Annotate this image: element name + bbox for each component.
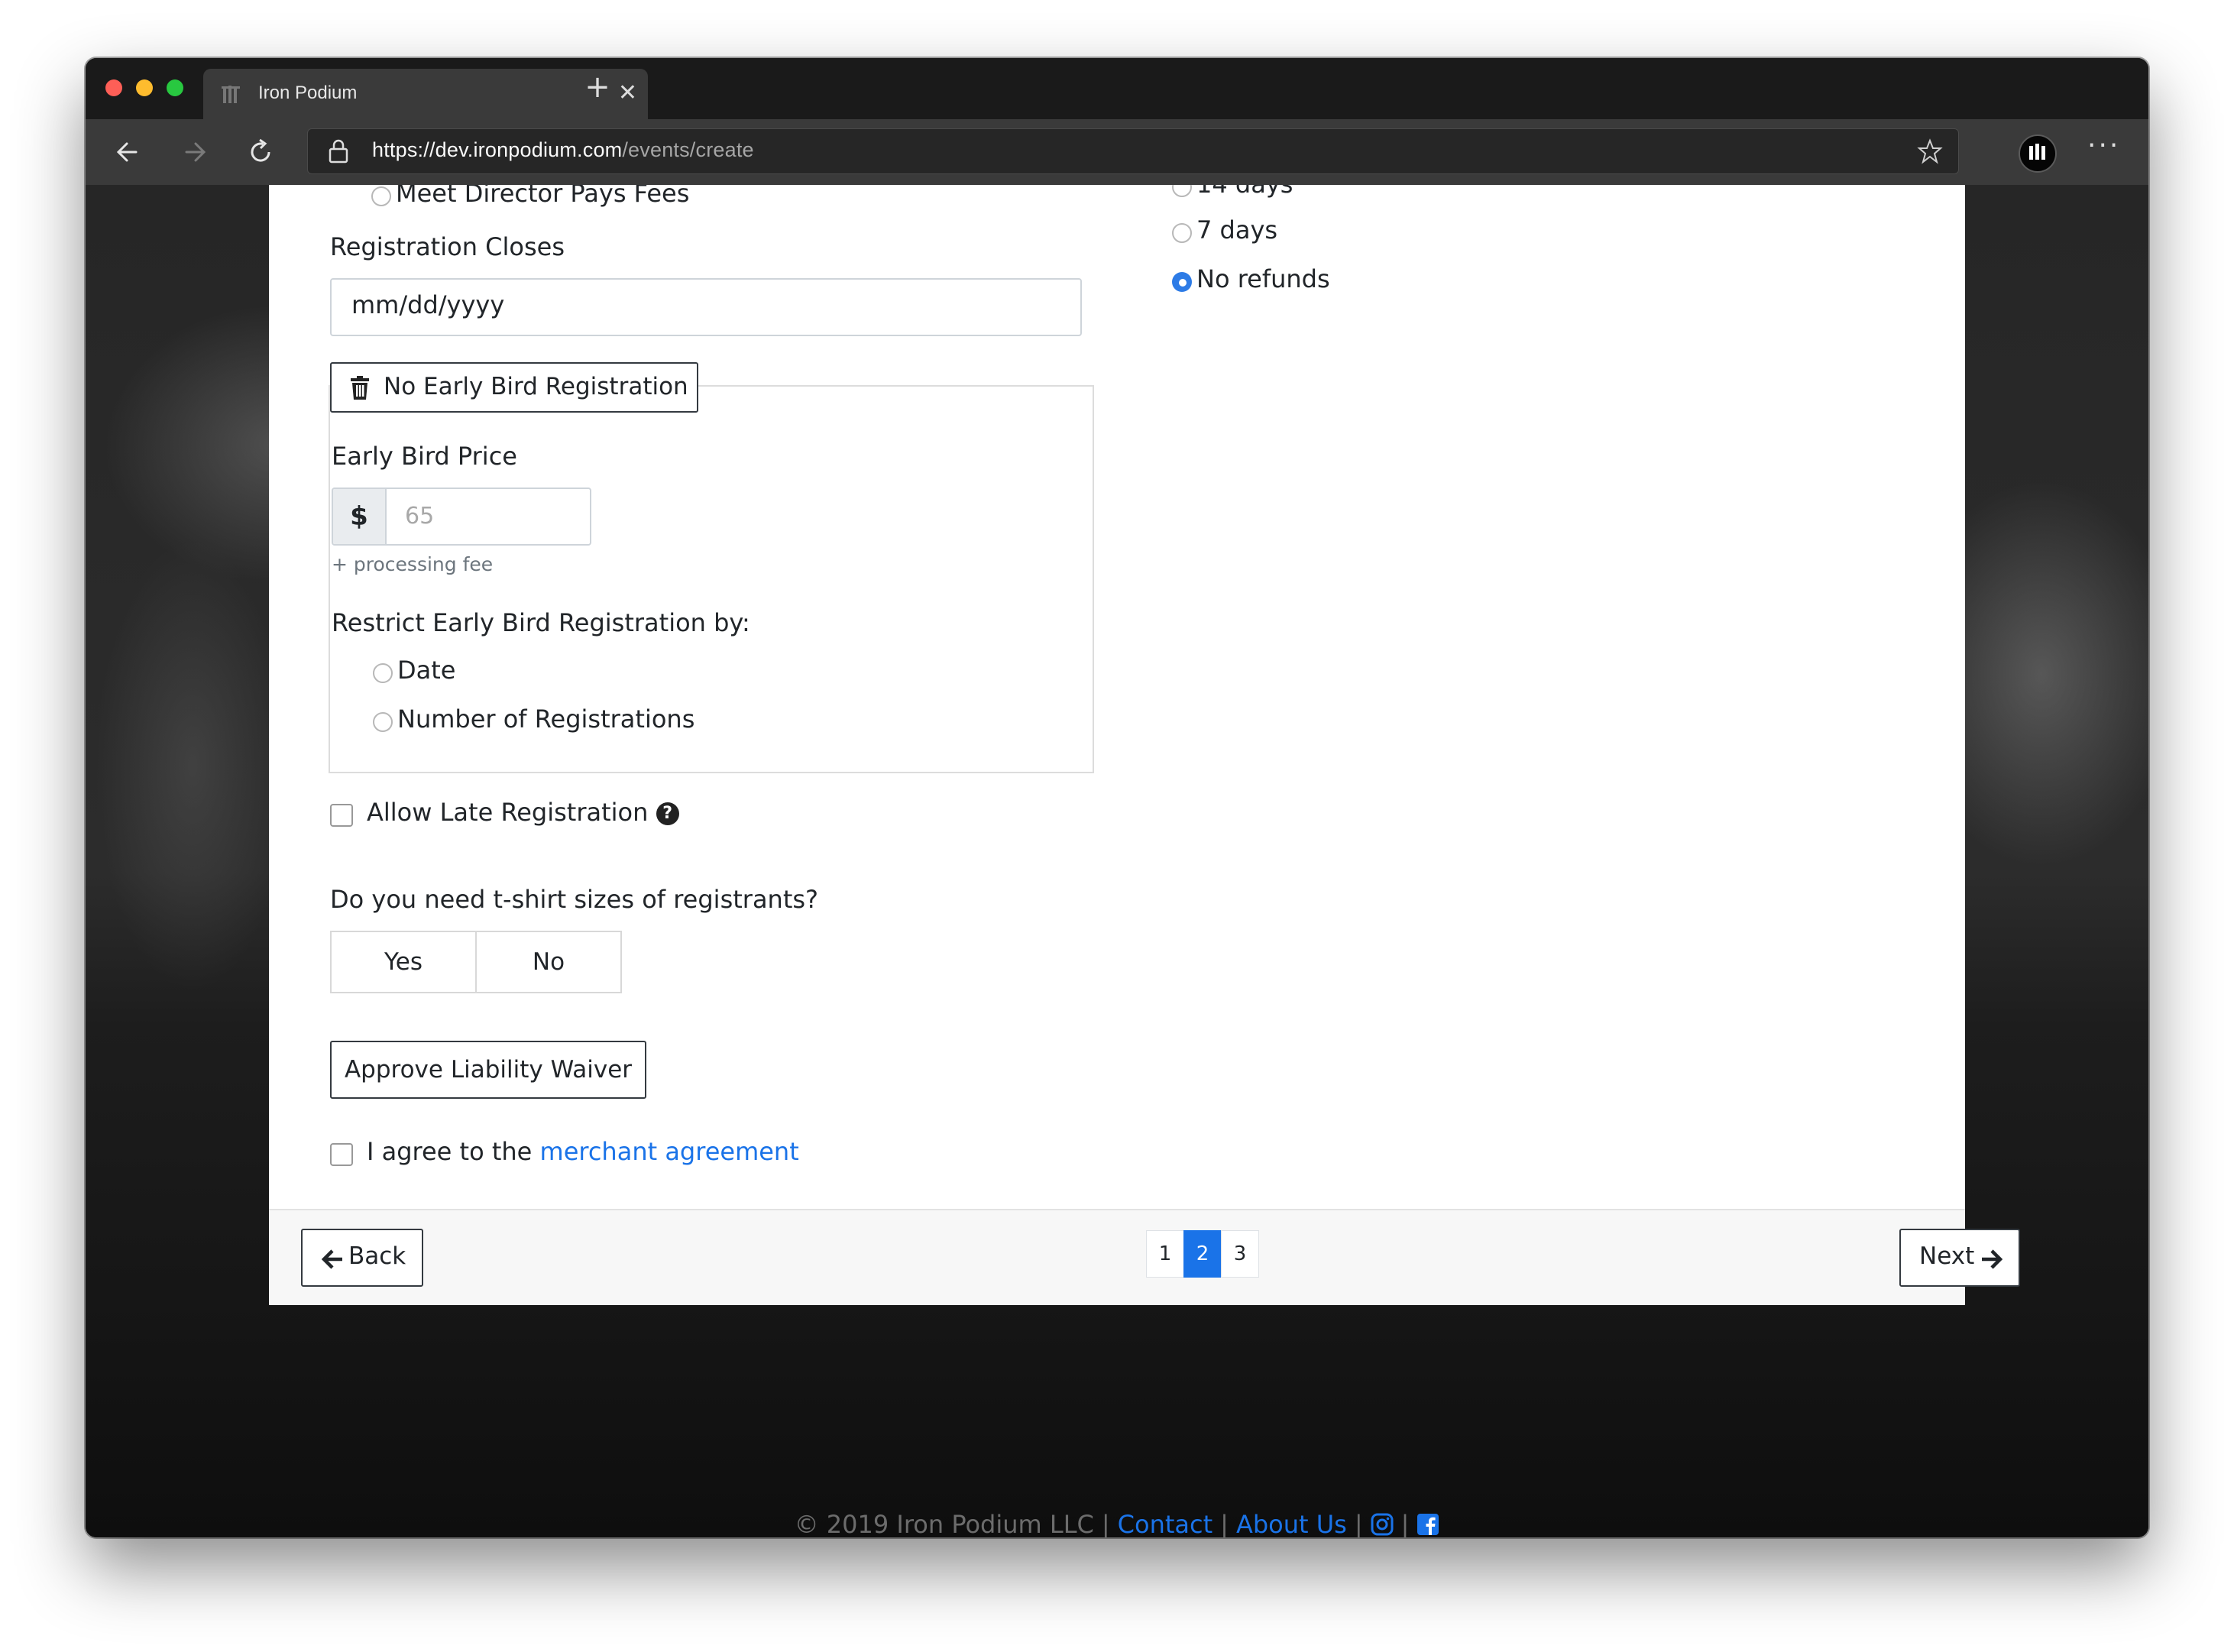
browser-toolbar: https://dev.ironpodium.com/events/create… (86, 119, 2148, 185)
page-viewport: Meet Director Pays Fees Registration Clo… (86, 185, 2148, 1537)
approve-liability-waiver-button[interactable]: Approve Liability Waiver (330, 1041, 646, 1099)
footer-separator: | (1220, 1510, 1229, 1537)
restrict-registrations-label: Number of Registrations (397, 705, 695, 734)
new-tab-button[interactable]: + (575, 70, 620, 104)
tshirt-question: Do you need t-shirt sizes of registrants… (330, 885, 819, 914)
merchant-agreement-label: I agree to the merchant agreement (367, 1137, 799, 1166)
question-circle-icon[interactable]: ? (656, 802, 679, 825)
page-1-link[interactable]: 1 (1146, 1230, 1184, 1278)
merchant-agreement-link[interactable]: merchant agreement (540, 1137, 799, 1166)
url-host: https://dev.ironpodium.com (372, 138, 623, 161)
no-early-bird-label: No Early Bird Registration (384, 373, 688, 400)
allow-late-registration-checkbox[interactable] (330, 804, 353, 827)
minimize-window-button[interactable] (136, 79, 153, 96)
back-label: Back (348, 1242, 406, 1270)
page-3-link[interactable]: 3 (1221, 1230, 1259, 1278)
facebook-icon[interactable] (1416, 1513, 1439, 1536)
contact-link[interactable]: Contact (1118, 1510, 1213, 1537)
reload-icon[interactable] (241, 133, 280, 171)
close-window-button[interactable] (105, 79, 122, 96)
restrict-date-radio[interactable] (373, 663, 393, 683)
agree-prefix: I agree to the (367, 1137, 533, 1166)
allow-late-registration-label: Allow Late Registration ? (367, 798, 679, 827)
next-button[interactable]: Next (1899, 1229, 2020, 1287)
site-footer: © 2019 Iron Podium LLC | Contact | About Us |… (86, 1510, 2148, 1537)
tab-close-icon[interactable]: ✕ (618, 79, 637, 107)
refund-7-days-radio[interactable] (1172, 223, 1192, 243)
meet-director-pays-radio[interactable] (371, 186, 391, 206)
refund-14-days-label: 14 days (1196, 185, 1293, 199)
arrow-left-icon (321, 1249, 342, 1269)
early-bird-price-group: $ 65 (332, 488, 591, 546)
early-bird-price-input[interactable]: 65 (405, 503, 434, 530)
iron-podium-favicon-icon (222, 86, 240, 103)
forward-arrow-icon[interactable] (176, 133, 214, 171)
wizard-footer: Back 1 2 3 Next (269, 1209, 2020, 1305)
refund-7-days-label: 7 days (1196, 215, 1278, 245)
back-button[interactable]: Back (301, 1229, 423, 1287)
instagram-icon[interactable] (1371, 1513, 1394, 1536)
tshirt-yes-button[interactable]: Yes (330, 931, 477, 993)
tab-bar: Iron Podium ✕ + (86, 58, 2148, 119)
url-path: /events/create (622, 138, 754, 161)
next-label: Next (1919, 1242, 1975, 1270)
about-us-link[interactable]: About Us (1236, 1510, 1347, 1537)
address-bar[interactable]: https://dev.ironpodium.com/events/create (307, 128, 1959, 174)
maximize-window-button[interactable] (167, 79, 183, 96)
refund-none-label: No refunds (1196, 264, 1330, 293)
allow-late-registration-text: Allow Late Registration (367, 798, 649, 827)
early-bird-price-label: Early Bird Price (332, 442, 517, 471)
restrict-date-label: Date (397, 656, 456, 685)
page-2-link[interactable]: 2 (1183, 1230, 1222, 1278)
star-icon[interactable] (1917, 138, 1943, 164)
profile-avatar[interactable] (2019, 134, 2057, 173)
lock-icon (329, 139, 348, 164)
registration-closes-input[interactable]: mm/dd/yyyy (330, 278, 1082, 336)
currency-addon: $ (333, 489, 387, 544)
footer-separator: | (1400, 1510, 1410, 1537)
restrict-early-bird-label: Restrict Early Bird Registration by: (332, 608, 750, 637)
meet-director-pays-label: Meet Director Pays Fees (396, 185, 690, 208)
url-text: https://dev.ironpodium.com/events/create (372, 138, 754, 162)
arrow-right-icon (1982, 1249, 2003, 1269)
registration-closes-value: mm/dd/yyyy (351, 290, 505, 319)
footer-separator: | (1354, 1510, 1363, 1537)
browser-window: Iron Podium ✕ + https://dev.ironpodium.c… (86, 58, 2148, 1537)
more-menu-icon[interactable]: ··· (2087, 130, 2120, 161)
tshirt-no-button[interactable]: No (475, 931, 622, 993)
iron-podium-logo-icon (2029, 144, 2045, 160)
registration-closes-label: Registration Closes (330, 232, 565, 261)
refund-14-days-radio[interactable] (1172, 185, 1192, 197)
restrict-registrations-radio[interactable] (373, 712, 393, 732)
copyright-text: © 2019 Iron Podium LLC (794, 1510, 1094, 1537)
back-arrow-icon[interactable] (110, 133, 148, 171)
no-early-bird-button[interactable]: No Early Bird Registration (330, 362, 698, 413)
refund-none-radio[interactable] (1172, 272, 1192, 292)
tab-title: Iron Podium (258, 83, 358, 103)
event-form-card: Meet Director Pays Fees Registration Clo… (269, 185, 2020, 1305)
merchant-agreement-checkbox[interactable] (330, 1143, 353, 1166)
processing-fee-note: + processing fee (332, 553, 494, 575)
footer-separator: | (1101, 1510, 1110, 1537)
trash-icon (351, 376, 369, 400)
